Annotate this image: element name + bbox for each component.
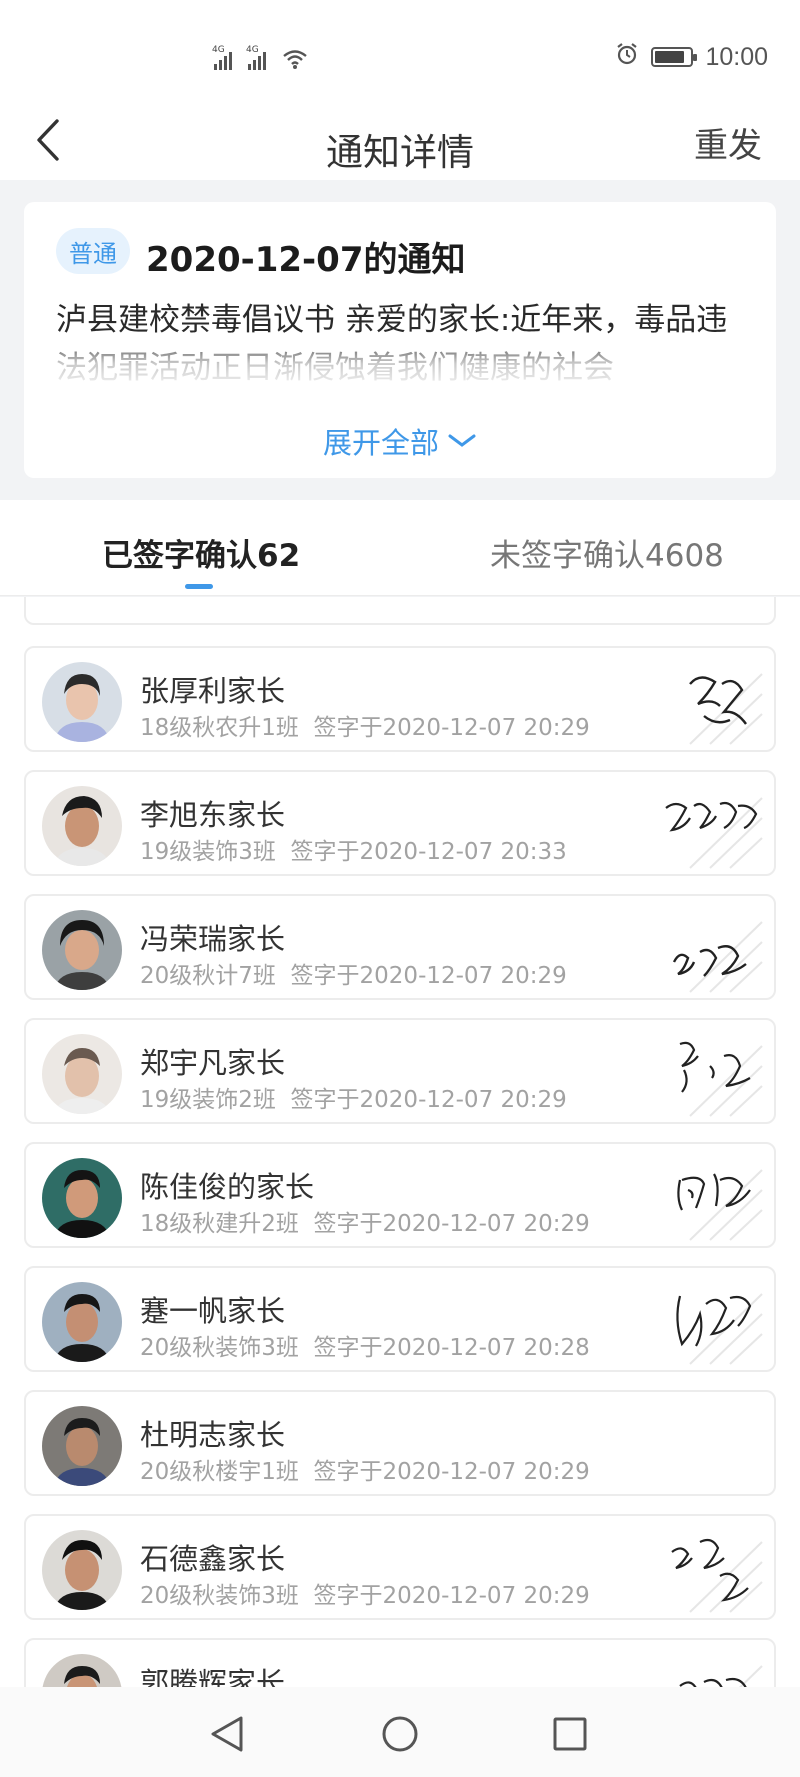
- signer-name: 张厚利家长: [140, 674, 286, 708]
- recents-square-icon: [553, 1717, 587, 1751]
- signer-name: 冯荣瑞家长: [140, 922, 286, 956]
- signer-meta: 18级秋建升2班 签字于2020-12-07 20:29: [140, 1204, 590, 1238]
- list-item[interactable]: 张厚利家长 18级秋农升1班 签字于2020-12-07 20:29: [24, 646, 776, 752]
- signer-name: 陈佳俊的家长: [140, 1170, 315, 1204]
- signer-class: 20级秋装饰3班: [140, 1583, 299, 1609]
- signer-name: 蹇一帆家长: [140, 1294, 286, 1328]
- signer-meta: 20级秋装饰3班 签字于2020-12-07 20:28: [140, 1328, 590, 1362]
- tab-signed[interactable]: 已签字确认62: [102, 530, 300, 575]
- signature-image: [660, 1522, 764, 1614]
- system-back-button[interactable]: [202, 1709, 252, 1759]
- header: 通知详情 重发: [0, 100, 800, 180]
- clock: 10:00: [705, 42, 768, 71]
- resend-button[interactable]: 重发: [694, 118, 762, 167]
- list-item[interactable]: 李旭东家长 19级装饰3班 签字于2020-12-07 20:33: [24, 770, 776, 876]
- signer-time: 签字于2020-12-07 20:29: [313, 1459, 590, 1485]
- notice-card: 普通 2020-12-07的通知 泸县建校禁毒倡议书 亲爱的家长:近年来，毒品违…: [24, 202, 776, 478]
- signer-time: 签字于2020-12-07 20:29: [313, 715, 590, 741]
- signer-meta: 20级秋计7班 签字于2020-12-07 20:29: [140, 956, 567, 990]
- signer-name: 杜明志家长: [140, 1418, 286, 1452]
- signer-class: 20级秋楼宇1班: [140, 1459, 299, 1485]
- signer-time: 签字于2020-12-07 20:29: [313, 1583, 590, 1609]
- notice-type-badge: 普通: [56, 228, 130, 274]
- signature-image: [660, 902, 764, 994]
- signer-meta: 19级装饰3班 签字于2020-12-07 20:33: [140, 832, 567, 866]
- signer-class: 18级秋建升2班: [140, 1211, 299, 1237]
- signer-class: 20级秋计7班: [140, 963, 276, 989]
- list-item[interactable]: [24, 597, 776, 625]
- home-circle-icon: [382, 1716, 418, 1752]
- signature-image: [660, 778, 764, 870]
- list-item[interactable]: 石德鑫家长 20级秋装饰3班 签字于2020-12-07 20:29: [24, 1514, 776, 1620]
- signer-name: 李旭东家长: [140, 798, 286, 832]
- signer-name: 石德鑫家长: [140, 1542, 286, 1576]
- list-item[interactable]: 冯荣瑞家长 20级秋计7班 签字于2020-12-07 20:29: [24, 894, 776, 1000]
- signer-meta: 20级秋装饰3班 签字于2020-12-07 20:29: [140, 1576, 590, 1610]
- system-recents-button[interactable]: [545, 1709, 595, 1759]
- active-tab-indicator: [185, 584, 213, 589]
- signal-icon: 4G: [212, 45, 232, 70]
- tab-unsigned[interactable]: 未签字确认4608: [490, 530, 724, 575]
- signature-image: [660, 1026, 764, 1118]
- avatar: [42, 910, 122, 990]
- network-type-label: 4G: [212, 45, 225, 55]
- notice-title: 2020-12-07的通知: [146, 240, 466, 280]
- back-triangle-icon: [211, 1716, 243, 1752]
- signer-list[interactable]: 张厚利家长 18级秋农升1班 签字于2020-12-07 20:29 李旭东家长…: [0, 597, 800, 1687]
- avatar: [42, 1282, 122, 1362]
- signer-time: 签字于2020-12-07 20:29: [313, 1211, 590, 1237]
- avatar: [42, 662, 122, 742]
- signer-meta: 20级秋楼宇1班 签字于2020-12-07 20:29: [140, 1452, 590, 1486]
- avatar: [42, 1034, 122, 1114]
- expand-all-button[interactable]: 展开全部: [24, 420, 776, 462]
- signer-time: 签字于2020-12-07 20:28: [313, 1335, 590, 1361]
- page-title: 通知详情: [326, 131, 474, 174]
- signer-class: 19级装饰3班: [140, 839, 276, 865]
- signal-icon: 4G: [246, 45, 266, 70]
- list-item[interactable]: 蹇一帆家长 20级秋装饰3班 签字于2020-12-07 20:28: [24, 1266, 776, 1372]
- avatar: [42, 1158, 122, 1238]
- signer-meta: 18级秋农升1班 签字于2020-12-07 20:29: [140, 708, 590, 742]
- avatar: [42, 1530, 122, 1610]
- signature-image: [660, 1150, 764, 1242]
- signer-name: 郭腾辉家长: [140, 1666, 286, 1687]
- network-type-label: 4G: [246, 45, 259, 55]
- avatar: [42, 1406, 122, 1486]
- signature-image: [660, 1646, 764, 1687]
- battery-icon: [651, 47, 698, 67]
- sign-status-tabs: 已签字确认62 未签字确认4608: [0, 500, 800, 596]
- list-item[interactable]: 郭腾辉家长: [24, 1638, 776, 1687]
- status-bar: 4G 4G 10:00: [0, 0, 800, 100]
- notice-body-text: 泸县建校禁毒倡议书 亲爱的家长:近年来，毒品违法犯罪活动正日渐侵蚀着我们健康的社…: [56, 302, 728, 386]
- alarm-icon: [615, 42, 639, 73]
- list-item[interactable]: 杜明志家长 20级秋楼宇1班 签字于2020-12-07 20:29: [24, 1390, 776, 1496]
- signer-time: 签字于2020-12-07 20:29: [290, 1087, 567, 1113]
- chevron-down-icon: [448, 434, 476, 447]
- system-home-button[interactable]: [375, 1709, 425, 1759]
- signal-indicators: 4G 4G: [212, 44, 308, 70]
- signer-name: 郑宇凡家长: [140, 1046, 286, 1080]
- signer-time: 签字于2020-12-07 20:29: [290, 963, 567, 989]
- wifi-icon: [282, 48, 308, 70]
- system-nav-bar: [0, 1687, 800, 1777]
- avatar: [42, 786, 122, 866]
- list-item[interactable]: 陈佳俊的家长 18级秋建升2班 签字于2020-12-07 20:29: [24, 1142, 776, 1248]
- list-item[interactable]: 郑宇凡家长 19级装饰2班 签字于2020-12-07 20:29: [24, 1018, 776, 1124]
- signer-class: 19级装饰2班: [140, 1087, 276, 1113]
- expand-all-label: 展开全部: [322, 426, 439, 460]
- signature-image: [660, 654, 764, 746]
- signer-class: 20级秋装饰3班: [140, 1335, 299, 1361]
- avatar: [42, 1654, 122, 1687]
- signer-class: 18级秋农升1班: [140, 715, 299, 741]
- signer-time: 签字于2020-12-07 20:33: [290, 839, 567, 865]
- signer-meta: 19级装饰2班 签字于2020-12-07 20:29: [140, 1080, 567, 1114]
- notice-body: 泸县建校禁毒倡议书 亲爱的家长:近年来，毒品违法犯罪活动正日渐侵蚀着我们健康的社…: [56, 296, 756, 408]
- signature-image: [660, 1274, 764, 1366]
- status-right: 10:00: [615, 42, 768, 72]
